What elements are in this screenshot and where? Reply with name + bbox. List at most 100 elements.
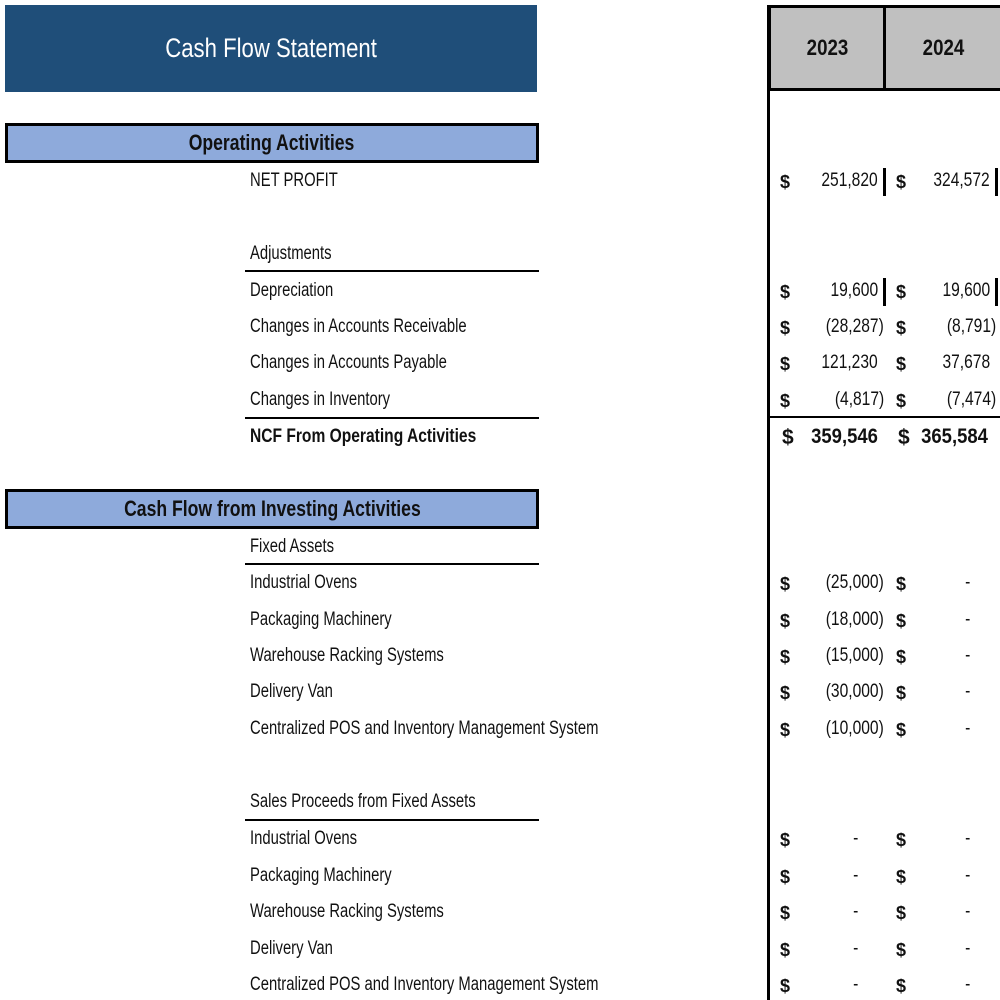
currency-symbol: $ <box>896 647 907 667</box>
currency-symbol: $ <box>896 282 907 302</box>
currency-symbol: $ <box>782 426 794 449</box>
currency-symbol: $ <box>780 683 791 703</box>
currency-symbol: $ <box>780 976 791 996</box>
currency-symbol: $ <box>896 830 907 850</box>
value-2024[interactable]: - <box>965 609 970 631</box>
section-header-text: Operating Activities <box>189 130 355 155</box>
year-header-2023[interactable]: 2023 <box>768 5 886 91</box>
value-2024[interactable]: - <box>965 938 970 960</box>
row-label: Centralized POS and Inventory Management… <box>250 718 599 739</box>
value-2024[interactable]: 19,600 <box>942 280 990 302</box>
value-2023[interactable]: (10,000) <box>826 718 884 740</box>
currency-symbol: $ <box>896 574 907 594</box>
row-label: Packaging Machinery <box>250 865 392 886</box>
value-2024[interactable]: - <box>965 681 970 703</box>
currency-symbol: $ <box>896 867 907 887</box>
value-2023[interactable]: - <box>853 974 858 996</box>
currency-symbol: $ <box>896 172 907 192</box>
currency-symbol: $ <box>896 976 907 996</box>
value-2024[interactable]: (8,791) <box>947 316 996 338</box>
row-label: Delivery Van <box>250 681 333 702</box>
value-2023[interactable]: (25,000) <box>826 572 884 594</box>
ncf-operating-2024[interactable]: 365,584 <box>921 425 988 449</box>
currency-symbol: $ <box>896 940 907 960</box>
section-header-investing: Cash Flow from Investing Activities <box>5 489 539 529</box>
value-2023[interactable]: - <box>853 938 858 960</box>
net-profit-2023[interactable]: 251,820 <box>822 170 878 192</box>
currency-symbol: $ <box>780 647 791 667</box>
year-label: 2024 <box>922 35 964 60</box>
section-header-operating: Operating Activities <box>5 123 539 163</box>
divider <box>245 563 539 565</box>
currency-symbol: $ <box>896 391 907 411</box>
divider <box>245 417 539 419</box>
cell-border <box>995 278 998 306</box>
row-label: Depreciation <box>250 280 334 301</box>
divider <box>245 270 539 272</box>
net-profit-label: NET PROFIT <box>250 170 338 191</box>
value-2023[interactable]: 19,600 <box>830 280 878 302</box>
row-label: Industrial Ovens <box>250 828 358 849</box>
row-label: Packaging Machinery <box>250 609 392 630</box>
year-header-2024[interactable]: 2024 <box>886 5 1000 91</box>
row-label: Changes in Accounts Payable <box>250 352 447 373</box>
currency-symbol: $ <box>896 903 907 923</box>
currency-symbol: $ <box>780 574 791 594</box>
total-divider <box>767 416 1000 418</box>
divider <box>245 819 539 821</box>
value-2023[interactable]: 121,230 <box>822 352 878 374</box>
net-profit-2024[interactable]: 324,572 <box>934 170 990 192</box>
value-2024[interactable]: - <box>965 718 970 740</box>
currency-symbol: $ <box>896 354 907 374</box>
cell-border <box>883 278 886 306</box>
currency-symbol: $ <box>780 940 791 960</box>
ncf-operating-2023[interactable]: 359,546 <box>811 425 878 449</box>
value-2023[interactable]: (18,000) <box>826 609 884 631</box>
value-2024[interactable]: - <box>965 974 970 996</box>
currency-symbol: $ <box>780 318 791 338</box>
currency-symbol: $ <box>780 282 791 302</box>
currency-symbol: $ <box>896 683 907 703</box>
currency-symbol: $ <box>780 391 791 411</box>
value-2024[interactable]: - <box>965 645 970 667</box>
currency-symbol: $ <box>780 903 791 923</box>
value-2023[interactable]: (15,000) <box>826 645 884 667</box>
value-2024[interactable]: 37,678 <box>942 352 990 374</box>
value-2024[interactable]: - <box>965 865 970 887</box>
section-header-text: Cash Flow from Investing Activities <box>123 496 421 521</box>
value-2023[interactable]: - <box>853 901 858 923</box>
value-2023[interactable]: (30,000) <box>826 681 884 703</box>
row-label: Delivery Van <box>250 938 333 959</box>
currency-symbol: $ <box>780 172 791 192</box>
value-2024[interactable]: - <box>965 901 970 923</box>
value-2024[interactable]: - <box>965 572 970 594</box>
row-label: Changes in Accounts Receivable <box>250 316 467 337</box>
currency-symbol: $ <box>780 830 791 850</box>
value-2023[interactable]: (4,817) <box>835 389 884 411</box>
row-label: Industrial Ovens <box>250 572 358 593</box>
statement-title: Cash Flow Statement <box>5 5 537 92</box>
value-2023[interactable]: - <box>853 865 858 887</box>
currency-symbol: $ <box>780 611 791 631</box>
adjustments-label: Adjustments <box>250 243 332 264</box>
cell-border <box>995 168 998 196</box>
sales-proceeds-label: Sales Proceeds from Fixed Assets <box>250 791 476 812</box>
row-label: Warehouse Racking Systems <box>250 901 444 922</box>
currency-symbol: $ <box>780 867 791 887</box>
currency-symbol: $ <box>898 426 910 449</box>
currency-symbol: $ <box>780 354 791 374</box>
fixed-assets-label: Fixed Assets <box>250 536 335 557</box>
row-label: Centralized POS and Inventory Management… <box>250 974 599 995</box>
statement-title-text: Cash Flow Statement <box>165 33 377 63</box>
cell-border <box>883 168 886 196</box>
currency-symbol: $ <box>780 720 791 740</box>
value-2024[interactable]: - <box>965 828 970 850</box>
currency-symbol: $ <box>896 720 907 740</box>
year-label: 2023 <box>806 35 848 60</box>
currency-symbol: $ <box>896 611 907 631</box>
row-label: Warehouse Racking Systems <box>250 645 444 666</box>
value-2023[interactable]: (28,287) <box>826 316 884 338</box>
value-2023[interactable]: - <box>853 828 858 850</box>
currency-symbol: $ <box>896 318 907 338</box>
value-2024[interactable]: (7,474) <box>947 389 996 411</box>
